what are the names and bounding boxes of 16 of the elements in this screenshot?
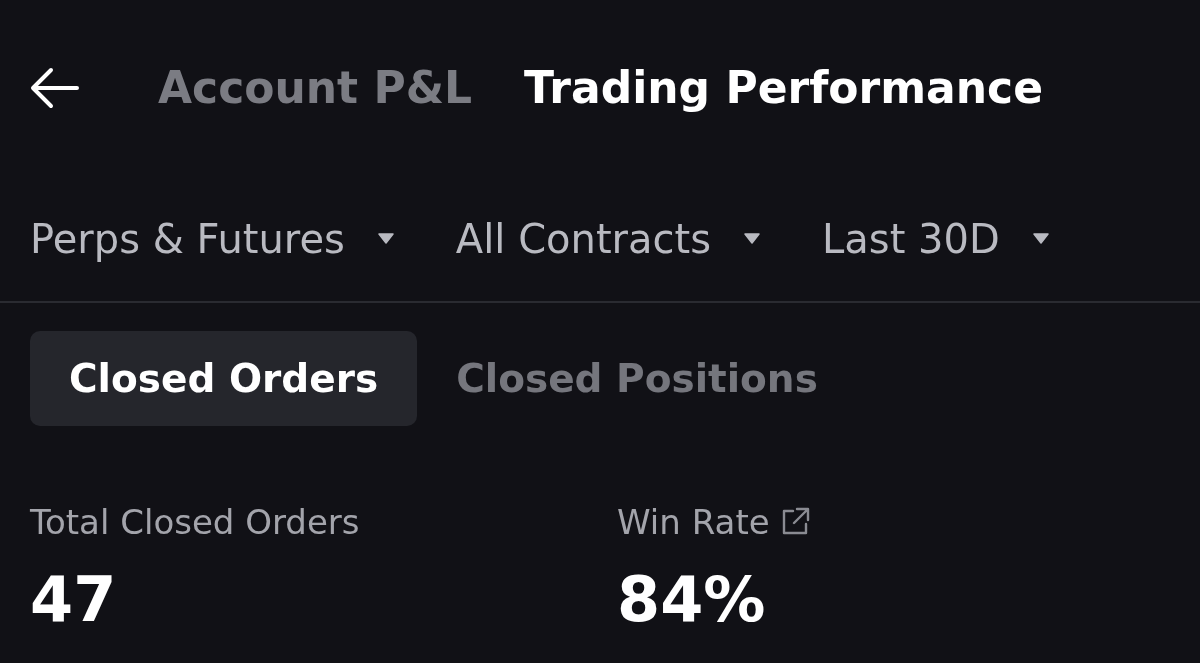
stat-label: Total Closed Orders xyxy=(30,502,360,542)
segment-tab[interactable]: Closed Positions xyxy=(417,331,857,426)
title-tab[interactable]: Account P&L xyxy=(158,61,473,115)
stat-value: 47 xyxy=(30,565,117,635)
caret-icon xyxy=(1032,233,1049,244)
filter-dropdown[interactable]: Perps & Futures xyxy=(30,214,394,263)
stat-value: 84% xyxy=(617,565,766,635)
caret-icon xyxy=(377,233,394,244)
segment-tab[interactable]: Closed Orders xyxy=(30,331,418,426)
filter-dropdown[interactable]: All Contracts xyxy=(455,214,761,263)
title-tab[interactable]: Trading Performance xyxy=(524,61,1044,115)
stat-label: Win Rate xyxy=(617,502,770,542)
caret-icon xyxy=(744,233,761,244)
back-button[interactable] xyxy=(30,67,80,109)
filter-dropdown[interactable]: Last 30D xyxy=(822,214,1049,263)
back-arrow-icon xyxy=(30,67,80,109)
